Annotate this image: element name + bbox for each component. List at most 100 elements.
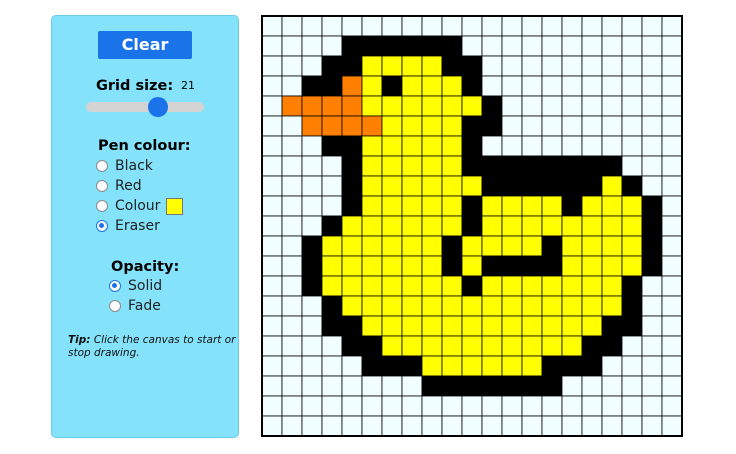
grid-cell[interactable] [301, 75, 323, 97]
grid-cell[interactable] [341, 275, 363, 297]
grid-cell[interactable] [381, 375, 403, 397]
grid-cell[interactable] [361, 215, 383, 237]
grid-cell[interactable] [521, 115, 543, 137]
grid-cell[interactable] [661, 95, 683, 117]
grid-cell[interactable] [281, 35, 303, 57]
grid-cell[interactable] [601, 35, 623, 57]
grid-cell[interactable] [381, 275, 403, 297]
grid-cell[interactable] [641, 75, 663, 97]
grid-cell[interactable] [281, 95, 303, 117]
grid-size-slider-thumb[interactable] [148, 97, 168, 117]
grid-cell[interactable] [321, 255, 343, 277]
grid-cell[interactable] [321, 135, 343, 157]
grid-cell[interactable] [601, 115, 623, 137]
grid-cell[interactable] [301, 55, 323, 77]
grid-cell[interactable] [361, 335, 383, 357]
grid-cell[interactable] [501, 255, 523, 277]
grid-cell[interactable] [341, 415, 363, 437]
grid-cell[interactable] [601, 15, 623, 37]
grid-cell[interactable] [501, 175, 523, 197]
grid-cell[interactable] [361, 115, 383, 137]
grid-cell[interactable] [341, 35, 363, 57]
grid-cell[interactable] [541, 195, 563, 217]
grid-cell[interactable] [581, 415, 603, 437]
grid-cell[interactable] [441, 215, 463, 237]
grid-cell[interactable] [581, 135, 603, 157]
grid-cell[interactable] [301, 315, 323, 337]
grid-cell[interactable] [361, 195, 383, 217]
grid-cell[interactable] [341, 315, 363, 337]
grid-cell[interactable] [541, 315, 563, 337]
grid-cell[interactable] [461, 235, 483, 257]
grid-cell[interactable] [541, 395, 563, 417]
grid-cell[interactable] [621, 335, 643, 357]
grid-cell[interactable] [521, 175, 543, 197]
grid-cell[interactable] [321, 335, 343, 357]
grid-cell[interactable] [521, 275, 543, 297]
drawing-canvas[interactable] [261, 15, 683, 441]
grid-cell[interactable] [341, 235, 363, 257]
grid-cell[interactable] [261, 155, 283, 177]
grid-cell[interactable] [601, 215, 623, 237]
grid-cell[interactable] [401, 75, 423, 97]
grid-cell[interactable] [341, 135, 363, 157]
grid-cell[interactable] [621, 95, 643, 117]
grid-cell[interactable] [461, 155, 483, 177]
grid-cell[interactable] [561, 315, 583, 337]
grid-cell[interactable] [501, 75, 523, 97]
clear-button[interactable]: Clear [98, 31, 192, 59]
grid-cell[interactable] [501, 35, 523, 57]
opacity-option-fade[interactable]: Fade [109, 297, 161, 315]
grid-cell[interactable] [261, 275, 283, 297]
grid-cell[interactable] [481, 215, 503, 237]
grid-cell[interactable] [661, 315, 683, 337]
grid-cell[interactable] [381, 355, 403, 377]
grid-cell[interactable] [661, 415, 683, 437]
grid-cell[interactable] [581, 15, 603, 37]
grid-cell[interactable] [601, 275, 623, 297]
grid-cell[interactable] [541, 35, 563, 57]
grid-cell[interactable] [381, 395, 403, 417]
grid-cell[interactable] [341, 55, 363, 77]
grid-cell[interactable] [321, 55, 343, 77]
grid-cell[interactable] [421, 115, 443, 137]
grid-cell[interactable] [401, 355, 423, 377]
grid-cell[interactable] [361, 255, 383, 277]
grid-cell[interactable] [261, 315, 283, 337]
grid-cell[interactable] [441, 315, 463, 337]
grid-cell[interactable] [641, 215, 663, 237]
grid-cell[interactable] [281, 215, 303, 237]
grid-cell[interactable] [281, 115, 303, 137]
grid-cell[interactable] [641, 395, 663, 417]
grid-cell[interactable] [501, 335, 523, 357]
grid-cell[interactable] [401, 255, 423, 277]
grid-cell[interactable] [661, 215, 683, 237]
grid-cell[interactable] [441, 135, 463, 157]
grid-cell[interactable] [321, 95, 343, 117]
grid-cell[interactable] [481, 335, 503, 357]
grid-cell[interactable] [341, 335, 363, 357]
grid-cell[interactable] [621, 395, 643, 417]
grid-cell[interactable] [401, 35, 423, 57]
grid-cell[interactable] [441, 355, 463, 377]
grid-cell[interactable] [481, 415, 503, 437]
grid-cell[interactable] [261, 95, 283, 117]
grid-cell[interactable] [621, 15, 643, 37]
grid-cell[interactable] [461, 395, 483, 417]
grid-cell[interactable] [461, 415, 483, 437]
grid-cell[interactable] [281, 335, 303, 357]
grid-cell[interactable] [581, 395, 603, 417]
grid-cell[interactable] [501, 355, 523, 377]
grid-cell[interactable] [421, 195, 443, 217]
grid-cell[interactable] [621, 355, 643, 377]
grid-cell[interactable] [641, 375, 663, 397]
grid-cell[interactable] [381, 115, 403, 137]
pixel-grid[interactable] [261, 15, 683, 437]
grid-cell[interactable] [561, 135, 583, 157]
grid-cell[interactable] [541, 215, 563, 237]
grid-cell[interactable] [321, 215, 343, 237]
grid-cell[interactable] [541, 175, 563, 197]
grid-cell[interactable] [521, 375, 543, 397]
grid-cell[interactable] [301, 275, 323, 297]
grid-cell[interactable] [301, 235, 323, 257]
